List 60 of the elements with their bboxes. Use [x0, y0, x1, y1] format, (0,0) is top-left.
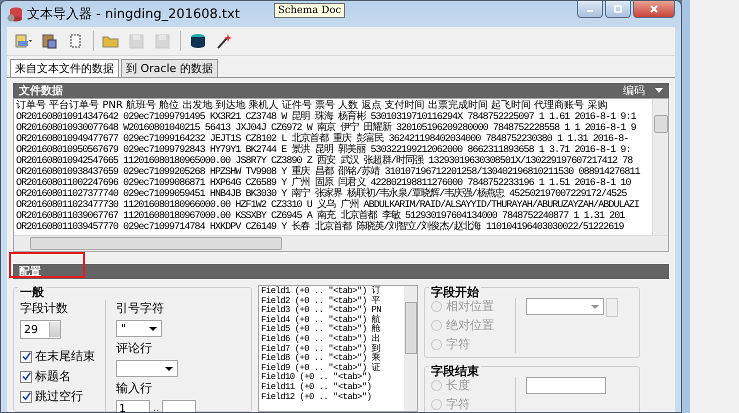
list-item[interactable]: Field2 (+0 .. "<tab>") 平 [261, 296, 402, 306]
close-icon [649, 4, 659, 14]
group-title: 字段开始 [429, 285, 481, 299]
window-title: 文本导入器 - ningding_201608.txt [27, 6, 240, 23]
maximize-icon [613, 4, 623, 14]
list-item[interactable]: Field12 (+0 .. "<tab>") [261, 392, 402, 402]
vertical-scrollbar[interactable] [652, 99, 668, 235]
checkbox[interactable]: 标题名 [20, 368, 95, 385]
minimize-button[interactable] [577, 1, 603, 18]
section-title: 文件数据 [19, 83, 64, 98]
tab[interactable]: 来自文本文件的数据 [10, 59, 119, 77]
field-label: 字段计数 [20, 300, 69, 317]
list-item[interactable]: Field5 (+0 .. "<tab>") 舱 [261, 325, 402, 335]
checkbox[interactable]: 在末尾结束 [20, 348, 95, 365]
dropdown[interactable]: " [116, 320, 162, 337]
text-line: OR201608011039457770 029ec71099714784 HXKDPV CZ6149 Y 长春 北京首都 陈晓英/刘智立/刘俊杰/赵北海 110104196403030022/51222619 [16, 222, 625, 233]
text-line: OR201608010950567679 029ec71099792843 HY79Y1 BK2744 E 景洪 昆明 郭美丽 530322199212062000 8662311893658 1 3.71 2016-8-1 9: [16, 145, 632, 156]
text-line: OR201608010949477677 029ec71099164232 JEJT1S CZ8102 L 北京首都 重庆 彭富民 362421198402034000 7848752230380 1 1.31 2016-8- [16, 134, 630, 145]
checkmark-icon [22, 352, 30, 361]
list-item[interactable]: Field6 (+0 .. "<tab>") 出 [261, 334, 402, 345]
spin-field[interactable]: 29 [20, 320, 61, 339]
tooltip: Schema Doc [274, 3, 346, 18]
dropdown[interactable] [526, 298, 604, 315]
dropdown[interactable] [116, 360, 178, 377]
field-label: 评论行 [116, 340, 153, 357]
list-item[interactable]: Field8 (+0 .. "<tab>") 乘 [261, 354, 402, 364]
vertical-scrollbar[interactable] [404, 286, 417, 411]
checkmark-icon [22, 372, 30, 381]
field-label: 引号字符 [116, 300, 165, 317]
text-line: OR201608011027377740 029ec71099059451 HNB4JB BK3030 Y 南宁 张家界 杨联初/韦永泉/覃晓辉/韦庆强/杨燕忠 452502197007229172/4525 [16, 189, 627, 200]
list-item[interactable]: Field9 (+0 .. "<tab>") 证 [261, 364, 402, 374]
close-button[interactable] [633, 1, 675, 18]
database-icon [7, 6, 23, 22]
checkbox[interactable]: 跳过空行 [20, 388, 95, 405]
text-line: OR201608010942547665 112016080180965000.00 JS8R7Y CZ3890 Z 西安 武汉 张超群/时同强 13293019630308501X/130229197607217412 78 [16, 156, 634, 167]
input-field[interactable] [526, 377, 606, 394]
checkmark-icon [22, 392, 30, 401]
encoding-label[interactable]: 编码 [623, 83, 645, 98]
list-item[interactable]: Field1 (+0 .. "<tab>") 订 [261, 287, 402, 297]
text-line: OR201608010930077648 W20160801040215 56413 JXJ04J CZ6972 W 南京 伊宁 田耀新 320105196209280000 7848752228558 1 1 2016-8-1 9 [16, 123, 637, 134]
list-item[interactable]: Field10 (+0 .. "<tab>") [261, 373, 402, 383]
group-title: 一般 [18, 285, 46, 299]
text-line: OR201608011002247696 029ec71099086871 HXP64G CZ6589 Y 广州 固原 闫君义 422802198811276000 7848752233196 1 1.51 2016-8-1 10 [16, 178, 632, 189]
section-title: 配置 [19, 264, 42, 279]
text-line: OR201608011039067767 112016080180967000.00 KSSXBY CZ6945 A 南充 北京首都 李敏 512930197604134000 7848752240877 1 1.31 201 [16, 211, 626, 222]
caret-icon[interactable] [655, 88, 663, 94]
list-item[interactable]: Field11 (+0 .. "<tab>") [261, 382, 402, 393]
input-field[interactable]: 1 [116, 400, 150, 412]
horizontal-scrollbar[interactable] [14, 235, 668, 251]
text-line: OR201608011023477730 112016080180966000.00 HZF1W2 CZ3310 U 义乌 广州 ABDULKARIM/RAID/ALSAYYID/THURAYAH/ABURUZAYZAH/ABDULAZI [16, 200, 640, 211]
text-line: 订单号 平台订单号 PNR 航班号 舱位 出发地 到达地 乘机人 证件号 票号 人数 返点 支付时间 出票完成时间 起飞时间 代理商账号 采购 [16, 100, 608, 111]
text-line: OR201608010938437659 029ec71099205268 HPZSHW TV9908 Y 重庆 昌都 邵铭/苏靖 310107196712201258/130402196810211530 088914276811 [16, 167, 642, 178]
group-title: 字段结束 [429, 364, 481, 378]
range-separator: .. [153, 403, 160, 412]
tab[interactable]: 到 Oracle 的数据 [121, 59, 218, 77]
input-field[interactable] [162, 400, 196, 412]
maximize-button[interactable] [605, 1, 631, 18]
field-label: 输入行 [116, 380, 153, 397]
text-line: OR201608010914347642 029ec71099791495 KX3R21 CZ3748 W 昆明 珠海 杨育彬 53010319710116294X 7848752225097 1 1.61 2016-8-1 9:1 [16, 112, 638, 123]
list-item[interactable]: Field3 (+0 .. "<tab>") PN [261, 306, 402, 316]
